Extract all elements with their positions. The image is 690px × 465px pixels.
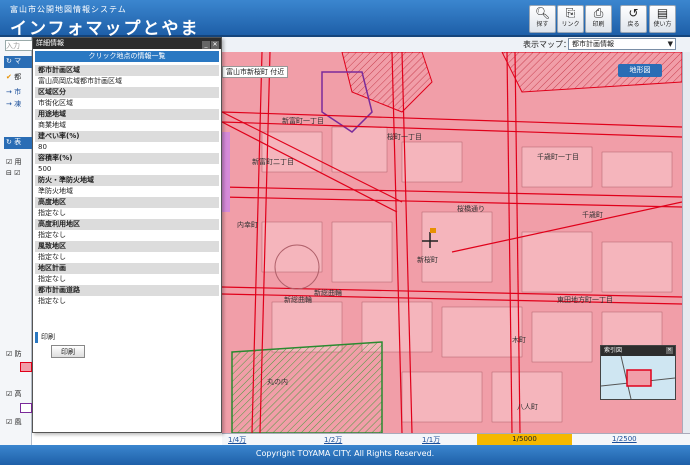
map-label: 新桜町 — [417, 256, 438, 264]
detail-value: 富山高岡広域都市計画区域 — [35, 76, 219, 87]
print-button[interactable]: 印刷 — [51, 345, 85, 358]
map-label: 桜町一丁目 — [387, 133, 422, 141]
map-label: 千歳町 — [582, 211, 603, 219]
detail-list: 都市計画区域 富山高岡広域都市計画区域 区域区分 市街化区域 用途地域 商業地域 建ぺい率(… — [35, 65, 219, 307]
sidebar-layer-checkbox[interactable]: ☑ 用 — [6, 157, 22, 167]
detail-label: 高度地区 — [35, 197, 219, 208]
scale-option[interactable]: 1/2万 — [324, 435, 342, 445]
sidebar-check-row[interactable]: ✔ 都 — [6, 72, 21, 82]
sidebar-layer-checkbox[interactable]: ☑ 高 — [6, 389, 22, 399]
map-type-select[interactable]: 都市計画情報 ▼ — [568, 38, 676, 50]
print-section-title: 印刷 — [35, 332, 219, 343]
detail-value: 指定なし — [35, 208, 219, 219]
map-label: 丸の内 — [267, 378, 288, 386]
index-map-title: 索引図 ✕ — [601, 346, 675, 356]
terrain-map-button[interactable]: 地形図 — [618, 64, 662, 77]
map-label: 新総曲輪 — [284, 296, 312, 304]
detail-value: 指定なし — [35, 230, 219, 241]
sidebar-search-input[interactable]: 入力 — [5, 40, 33, 51]
map-label: 新富町二丁目 — [252, 158, 294, 166]
scale-option[interactable]: 1/4万 — [228, 435, 246, 445]
sidebar-section-bar[interactable]: ↻ 表 — [4, 137, 32, 149]
sidebar-tree-toggle[interactable]: ⊟ ☑ — [6, 169, 20, 177]
sync-icon: ↻ — [6, 57, 12, 65]
link-icon: ⎘ — [565, 6, 576, 20]
close-icon[interactable]: ✕ — [211, 41, 219, 49]
detail-value: 指定なし — [35, 252, 219, 263]
undo-button[interactable]: ↺ 戻る — [620, 5, 647, 33]
detail-value: 80 — [35, 142, 219, 153]
printer-icon: ⎙ — [593, 6, 604, 20]
detail-label: 防火・準防火地域 — [35, 175, 219, 186]
map-label: 八人町 — [517, 403, 538, 411]
map-select-label: 表示マップ： — [523, 40, 571, 49]
print-header-button[interactable]: ⎙ 印刷 — [585, 5, 612, 33]
map-label: 桜橋通り — [457, 205, 485, 213]
help-button[interactable]: ▤ 使い方 — [649, 5, 676, 33]
minimize-icon[interactable]: _ — [202, 41, 210, 49]
panel-titlebar[interactable]: 詳細情報 _ ✕ — [33, 38, 221, 49]
detail-value: 指定なし — [35, 274, 219, 285]
sync-icon: ↻ — [6, 138, 12, 146]
detail-label: 建ぺい率(%) — [35, 131, 219, 142]
scale-bar: 1/4万 1/2万 1/1万 1/5000 1/2500 — [222, 433, 690, 445]
detail-label: 容積率(%) — [35, 153, 219, 164]
link-button[interactable]: ⎘ リンク — [557, 5, 584, 33]
sidebar-layer-checkbox[interactable]: ☑ 風 — [6, 417, 22, 427]
detail-value: 500 — [35, 164, 219, 175]
map-label: 内幸町 — [237, 221, 258, 229]
index-map[interactable]: 索引図 ✕ — [600, 345, 676, 400]
close-icon[interactable]: ✕ — [666, 347, 673, 354]
chevron-down-icon: ▼ — [667, 40, 673, 48]
detail-label: 風致地区 — [35, 241, 219, 252]
detail-label: 用途地域 — [35, 109, 219, 120]
detail-label: 都市計画道路 — [35, 285, 219, 296]
map-label: 千歳町一丁目 — [537, 153, 579, 161]
search-icon: 🔍︎ — [534, 6, 551, 20]
map-label: 木町 — [512, 336, 526, 344]
detail-panel: 詳細情報 _ ✕ クリック地点の情報一覧 都市計画区域 富山高岡広域都市計画区域 区域… — [32, 37, 222, 433]
app-title: インフォマップとやま — [10, 19, 200, 39]
legend-swatch — [20, 403, 32, 413]
map-label: 東田地方町一丁目 — [557, 296, 613, 304]
detail-label: 区域区分 — [35, 87, 219, 98]
map-label: 新総曲輪 — [314, 289, 342, 297]
detail-label: 都市計画区域 — [35, 65, 219, 76]
scale-option[interactable]: 1/2500 — [612, 435, 637, 443]
undo-icon: ↺ — [628, 6, 639, 20]
map-label: 新富町一丁目 — [282, 117, 324, 125]
legend-swatch — [20, 362, 32, 372]
sidebar-layer-checkbox[interactable]: ☑ 防 — [6, 349, 22, 359]
detail-label: 高度利用地区 — [35, 219, 219, 230]
detail-value: 指定なし — [35, 296, 219, 307]
detail-label: 地区計画 — [35, 263, 219, 274]
copyright-footer: Copyright TOYAMA CITY. All Rights Reserv… — [0, 445, 690, 465]
left-sidebar: 入力 ↻ マ ✔ 都 → 市 → 凍 ↻ 表 ☑ 用 ⊟ ☑ ☑ 防 ☑ 高 ☑… — [0, 37, 33, 445]
sidebar-link-row[interactable]: → 凍 — [6, 99, 21, 109]
address-label: 富山市新桜町 付近 — [222, 66, 289, 78]
scale-option-active[interactable]: 1/5000 — [477, 434, 572, 445]
detail-value: 商業地域 — [35, 120, 219, 131]
index-map-canvas — [600, 355, 676, 400]
right-panel-toggle[interactable] — [682, 52, 690, 433]
search-button[interactable]: 🔍︎ 探す — [529, 5, 556, 33]
scale-option[interactable]: 1/1万 — [422, 435, 440, 445]
sidebar-link-row[interactable]: → 市 — [6, 87, 21, 97]
detail-value: 準防火地域 — [35, 186, 219, 197]
app-header: 富山市公開地図情報システム インフォマップとやま 🔍︎ 探す ⎘ リンク ⎙ 印… — [0, 0, 690, 39]
help-icon: ▤ — [656, 6, 669, 20]
detail-value: 市街化区域 — [35, 98, 219, 109]
panel-heading: クリック地点の情報一覧 — [35, 51, 219, 62]
sidebar-section-bar[interactable]: ↻ マ — [4, 56, 32, 68]
